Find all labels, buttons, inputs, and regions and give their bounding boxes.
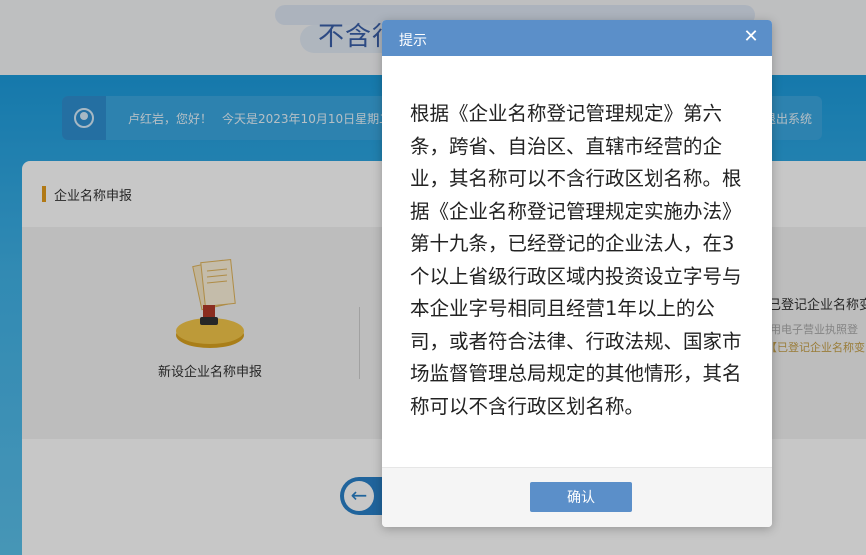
dialog-header: 提示 ✕ [382, 20, 772, 56]
dialog-footer: 确认 [382, 467, 772, 527]
dialog-message: 根据《企业名称登记管理规定》第六条，跨省、自治区、直辖市经营的企业，其名称可以不… [410, 102, 742, 418]
dialog-title: 提示 [399, 33, 427, 49]
notice-dialog: 提示 ✕ 根据《企业名称登记管理规定》第六条，跨省、自治区、直辖市经营的企业，其… [382, 20, 772, 527]
close-icon[interactable]: ✕ [740, 26, 762, 48]
confirm-button[interactable]: 确认 [530, 482, 632, 512]
